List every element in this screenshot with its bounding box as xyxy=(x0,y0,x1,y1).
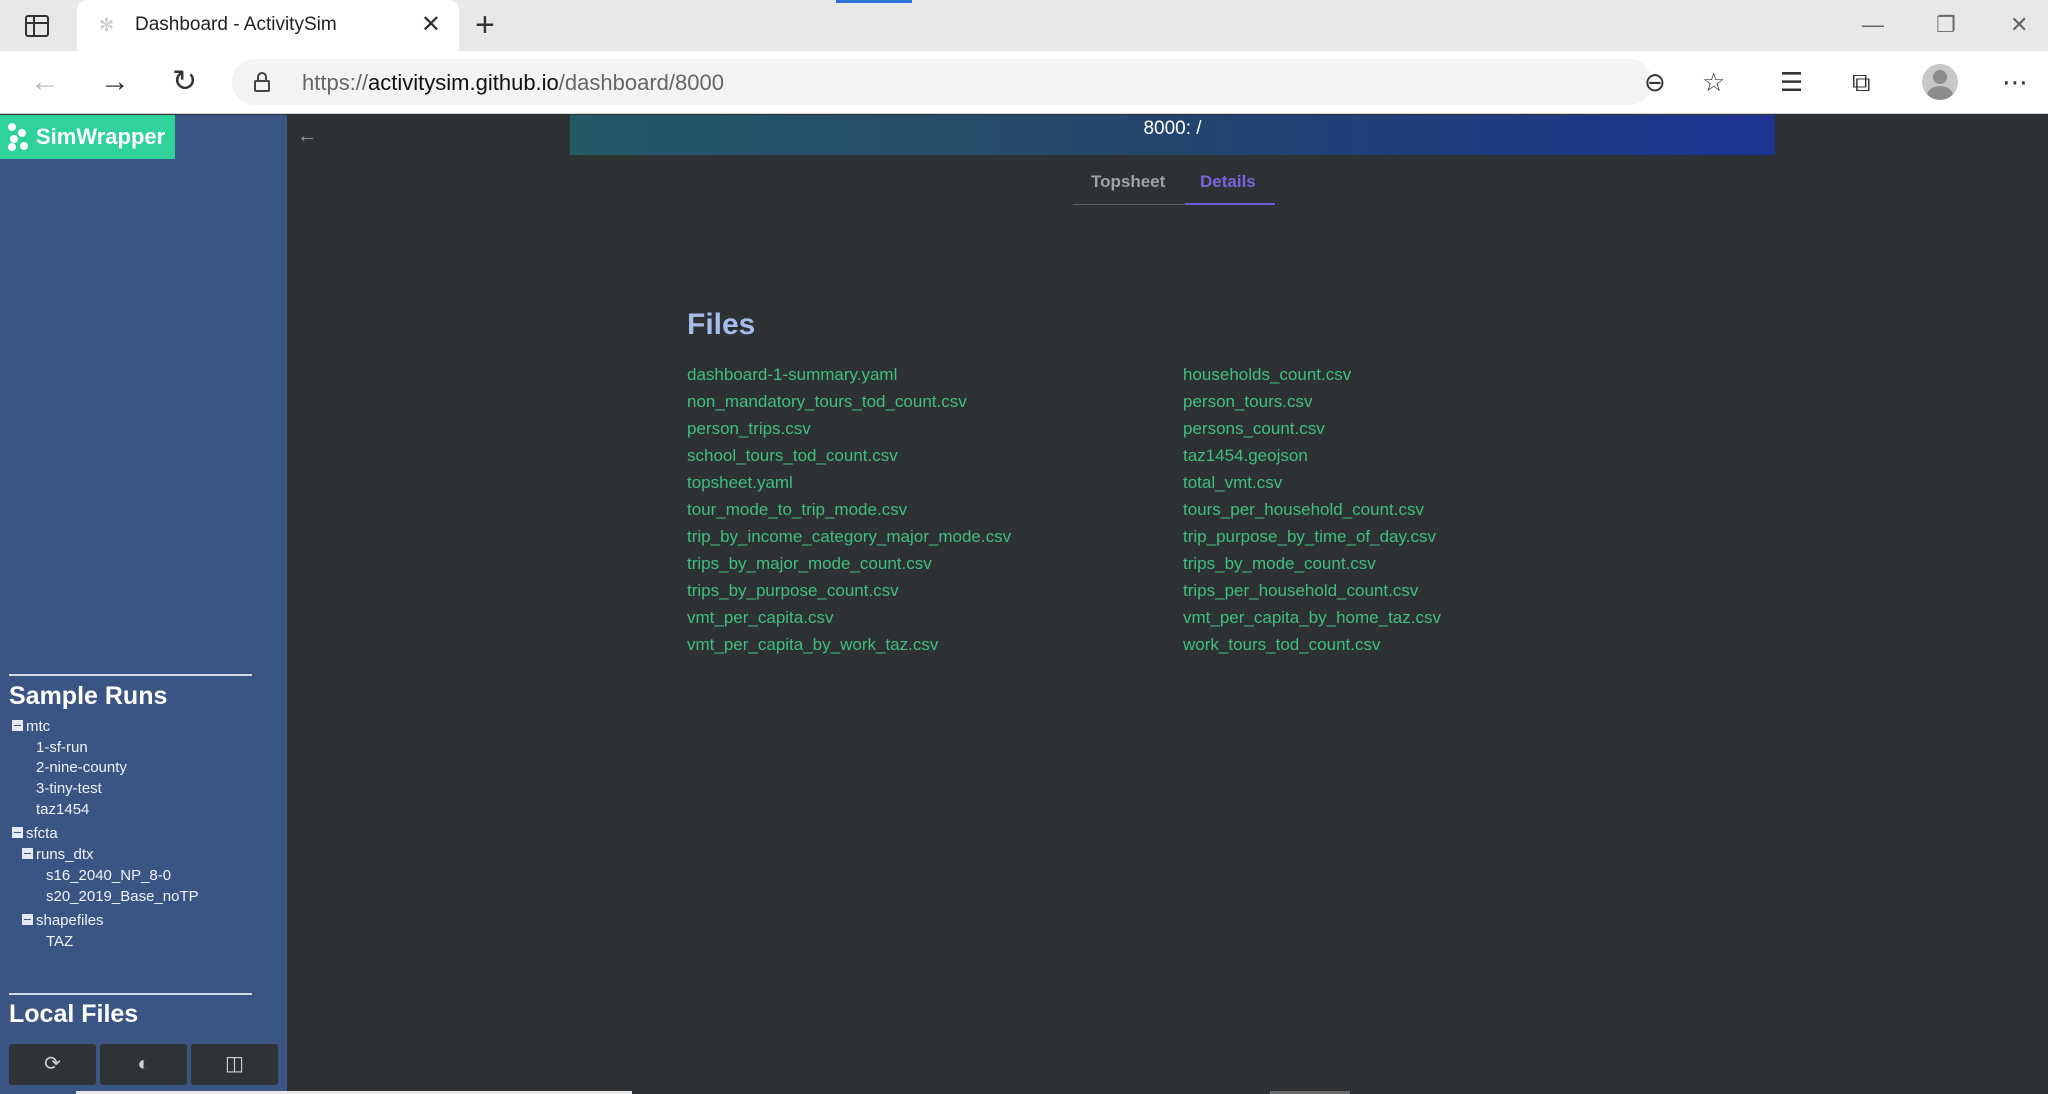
simwrapper-app: SimWrapper Sample Runs mtc 1-sf-run 2-ni… xyxy=(0,115,2048,1094)
file-link[interactable]: persons_count.csv xyxy=(1183,419,1325,439)
file-link[interactable]: vmt_per_capita.csv xyxy=(687,608,833,628)
close-tab-icon[interactable]: ✕ xyxy=(421,12,441,38)
file-link[interactable]: topsheet.yaml xyxy=(687,473,793,493)
file-link[interactable]: person_tours.csv xyxy=(1183,392,1312,412)
tree-item-mtc[interactable]: mtc xyxy=(12,718,50,736)
file-link[interactable]: trips_by_purpose_count.csv xyxy=(687,581,899,601)
file-link[interactable]: tours_per_household_count.csv xyxy=(1183,500,1424,520)
file-link[interactable]: trip_purpose_by_time_of_day.csv xyxy=(1183,527,1436,547)
url-text: https://activitysim.github.io/dashboard/… xyxy=(302,70,724,95)
address-bar: ← → ↻ https://activitysim.github.io/dash… xyxy=(0,51,2048,114)
local-files-heading: Local Files xyxy=(9,1000,139,1028)
collapse-icon[interactable] xyxy=(12,720,23,731)
tree-item-shapefiles[interactable]: shapefiles xyxy=(22,912,104,930)
split-view-button[interactable]: ◫ xyxy=(191,1044,278,1085)
simwrapper-logo[interactable]: SimWrapper xyxy=(0,115,175,159)
contrast-icon: ◐ xyxy=(137,1053,150,1075)
file-link[interactable]: taz1454.geojson xyxy=(1183,446,1308,466)
profile-avatar[interactable] xyxy=(1922,64,1958,100)
file-link[interactable]: households_count.csv xyxy=(1183,365,1351,385)
sidebar: SimWrapper Sample Runs mtc 1-sf-run 2-ni… xyxy=(0,115,287,1094)
browser-tab-bar: ✻ Dashboard - ActivitySim ✕ + — ❐ ✕ xyxy=(0,0,2048,51)
reload-icon[interactable]: ↻ xyxy=(172,65,197,99)
tree-item-runs-dtx[interactable]: runs_dtx xyxy=(22,846,94,864)
file-link[interactable]: trip_by_income_category_major_mode.csv xyxy=(687,527,1011,547)
tree-item-s16-2040[interactable]: s16_2040_NP_8-0 xyxy=(46,867,171,885)
main-panel: ← 8000: / Topsheet Details Files dashboa… xyxy=(287,115,2048,1094)
file-link[interactable]: trips_by_mode_count.csv xyxy=(1183,554,1376,574)
dashboard-banner: 8000: / xyxy=(570,115,1775,155)
tree-item-sfcta[interactable]: sfcta xyxy=(12,825,58,843)
file-link[interactable]: dashboard-1-summary.yaml xyxy=(687,365,897,385)
divider xyxy=(9,674,252,676)
tab-title: Dashboard - ActivitySim xyxy=(135,14,337,35)
browser-tab[interactable]: ✻ Dashboard - ActivitySim ✕ xyxy=(77,0,459,51)
tree-item-taz1454[interactable]: taz1454 xyxy=(36,801,89,819)
split-view-icon: ◫ xyxy=(225,1053,244,1075)
collapse-icon[interactable] xyxy=(22,914,33,925)
refresh-icon: ⟳ xyxy=(44,1053,61,1075)
tree-item-3-tiny-test[interactable]: 3-tiny-test xyxy=(36,780,102,798)
file-link[interactable]: school_tours_tod_count.csv xyxy=(687,446,898,466)
close-window-icon[interactable]: ✕ xyxy=(2010,10,2028,40)
favorites-icon[interactable]: ☰ xyxy=(1780,65,1803,99)
new-tab-icon[interactable]: + xyxy=(475,8,495,42)
file-link[interactable]: total_vmt.csv xyxy=(1183,473,1282,493)
file-link[interactable]: tour_mode_to_trip_mode.csv xyxy=(687,500,907,520)
loading-indicator xyxy=(836,0,912,3)
tab-favicon-icon: ✻ xyxy=(99,15,115,35)
collections-icon[interactable]: ⧉ xyxy=(1852,65,1871,99)
collapse-icon[interactable] xyxy=(12,827,23,838)
tree-item-1-sf-run[interactable]: 1-sf-run xyxy=(36,739,88,757)
divider xyxy=(9,993,252,995)
collapse-icon[interactable] xyxy=(22,848,33,859)
file-link[interactable]: vmt_per_capita_by_home_taz.csv xyxy=(1183,608,1441,628)
zoom-out-icon[interactable]: ⊖ xyxy=(1644,65,1666,99)
url-input[interactable]: https://activitysim.github.io/dashboard/… xyxy=(232,59,1652,105)
active-tab-indicator xyxy=(1185,203,1275,205)
collapse-sidebar-icon[interactable]: ← xyxy=(297,125,317,148)
add-favorite-icon[interactable]: ☆ xyxy=(1702,65,1725,99)
theme-toggle-button[interactable]: ◐ xyxy=(100,1044,187,1085)
file-link[interactable]: non_mandatory_tours_tod_count.csv xyxy=(687,392,967,412)
file-link[interactable]: trips_per_household_count.csv xyxy=(1183,581,1418,601)
file-link[interactable]: trips_by_major_mode_count.csv xyxy=(687,554,932,574)
banner-title: 8000: / xyxy=(1143,118,1202,139)
tree-item-2-nine-county[interactable]: 2-nine-county xyxy=(36,759,127,777)
logo-text: SimWrapper xyxy=(36,124,166,149)
file-link[interactable]: person_trips.csv xyxy=(687,419,811,439)
files-heading: Files xyxy=(687,308,756,341)
tree-item-s20-2019[interactable]: s20_2019_Base_noTP xyxy=(46,888,199,906)
restore-icon[interactable]: ❐ xyxy=(1936,10,1956,40)
view-tabs: Topsheet Details xyxy=(1073,167,1275,205)
tab-actions-icon[interactable] xyxy=(18,12,58,40)
file-link[interactable]: vmt_per_capita_by_work_taz.csv xyxy=(687,635,938,655)
logo-icon xyxy=(8,123,30,151)
forward-icon[interactable]: → xyxy=(100,65,130,99)
file-link[interactable]: work_tours_tod_count.csv xyxy=(1183,635,1381,655)
refresh-button[interactable]: ⟳ xyxy=(9,1044,96,1085)
sample-runs-heading: Sample Runs xyxy=(9,682,168,710)
minimize-icon[interactable]: — xyxy=(1862,10,1884,40)
tree-item-taz[interactable]: TAZ xyxy=(46,933,73,951)
more-menu-icon[interactable]: ⋯ xyxy=(2002,65,2028,99)
back-icon[interactable]: ← xyxy=(30,65,60,99)
lock-icon[interactable] xyxy=(254,72,270,92)
tab-topsheet[interactable]: Topsheet xyxy=(1091,167,1165,197)
tab-details[interactable]: Details xyxy=(1200,167,1256,197)
